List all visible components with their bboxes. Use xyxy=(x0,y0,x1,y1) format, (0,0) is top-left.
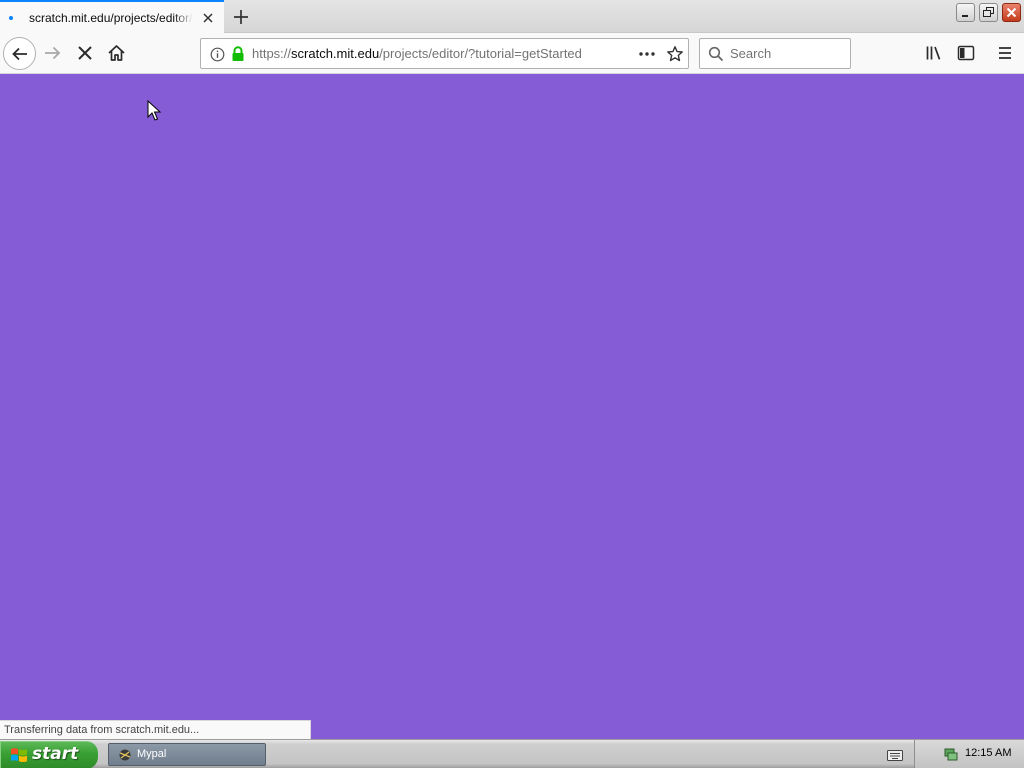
secure-lock-icon[interactable] xyxy=(231,46,245,62)
tab-scratch-editor[interactable]: scratch.mit.edu/projects/editor/?tutoria… xyxy=(0,0,224,33)
taskbar-item-label: Mypal xyxy=(137,748,167,760)
back-arrow-icon xyxy=(12,47,27,61)
url-scheme: https:// xyxy=(252,46,292,61)
taskbar-item-mypal[interactable]: Mypal xyxy=(108,743,266,766)
search-input[interactable] xyxy=(730,44,845,63)
window-close-button[interactable] xyxy=(1002,3,1021,22)
window-minimize-button[interactable] xyxy=(956,3,975,22)
taskbar-clock: 12:15 AM xyxy=(965,747,1012,759)
windows-flag-icon xyxy=(11,748,27,763)
system-tray: 12:15 AM xyxy=(914,740,1024,768)
keyboard-icon[interactable] xyxy=(887,748,903,762)
library-icon[interactable] xyxy=(925,44,943,62)
url-path: /projects/editor/?tutorial=getStarted xyxy=(379,46,582,61)
search-icon xyxy=(708,46,724,62)
forward-arrow-icon[interactable] xyxy=(43,44,63,62)
navigation-toolbar: https://scratch.mit.edu/projects/editor/… xyxy=(0,33,1024,74)
tab-strip: scratch.mit.edu/projects/editor/?tutoria… xyxy=(0,0,1024,33)
start-label: start xyxy=(32,744,79,764)
bookmark-star-icon[interactable] xyxy=(666,45,684,63)
url-host: scratch.mit.edu xyxy=(291,46,380,61)
sidebar-toggle-icon[interactable] xyxy=(957,44,975,62)
url-text[interactable]: https://scratch.mit.edu/projects/editor/… xyxy=(252,46,632,61)
stop-loading-icon[interactable] xyxy=(76,44,94,62)
taskbar: start Mypal 12:15 AM xyxy=(0,739,1024,768)
site-info-icon[interactable] xyxy=(210,47,225,62)
page-actions-more-icon[interactable] xyxy=(638,46,656,62)
address-bar[interactable]: https://scratch.mit.edu/projects/editor/… xyxy=(200,38,689,69)
home-icon[interactable] xyxy=(107,44,126,62)
window-restore-button[interactable] xyxy=(979,3,998,22)
tab-title: scratch.mit.edu/projects/editor/?tutoria… xyxy=(29,10,193,25)
tab-loading-indicator xyxy=(9,15,13,20)
tab-close-icon[interactable] xyxy=(201,11,215,25)
network-icon[interactable] xyxy=(943,746,959,762)
start-button[interactable]: start xyxy=(0,741,98,768)
back-button[interactable] xyxy=(3,37,36,70)
page-content xyxy=(0,74,1024,739)
new-tab-icon[interactable] xyxy=(231,7,251,27)
mypal-app-icon xyxy=(119,749,131,761)
status-panel: Transferring data from scratch.mit.edu..… xyxy=(0,720,311,739)
hamburger-menu-icon[interactable] xyxy=(996,44,1014,62)
search-bar[interactable] xyxy=(699,38,851,69)
